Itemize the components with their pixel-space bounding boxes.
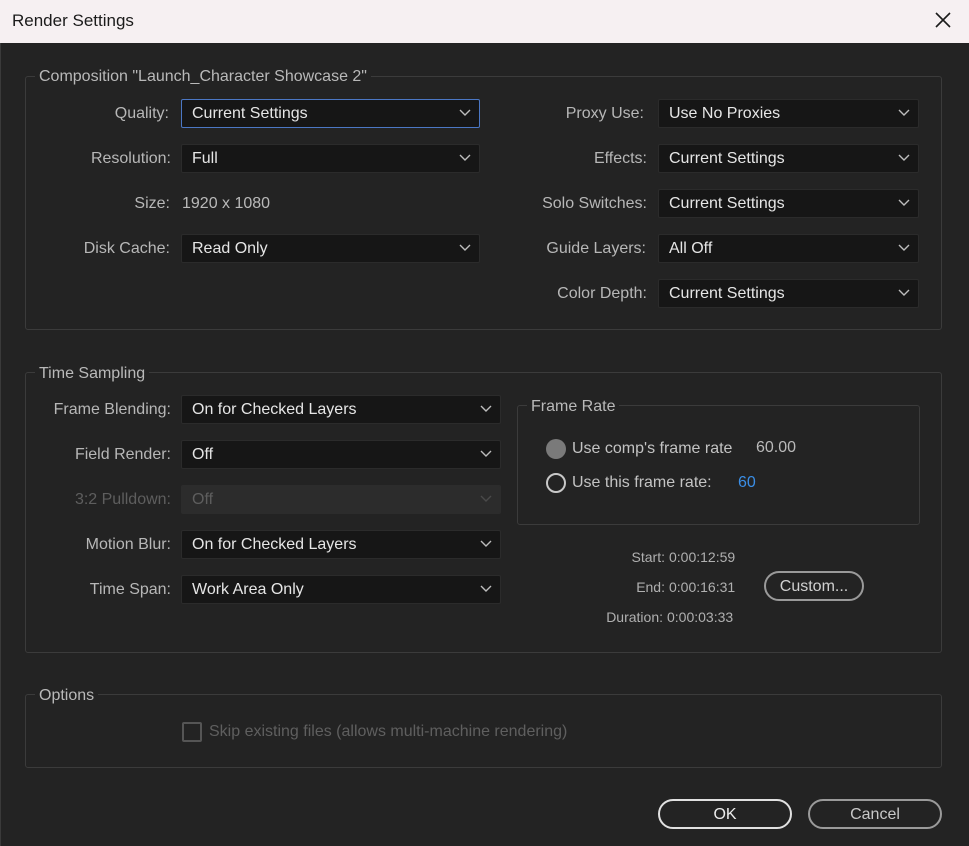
size-value: 1920 x 1080 bbox=[182, 195, 271, 212]
resolution-label: Resolution: bbox=[90, 150, 171, 167]
cancel-button[interactable]: Cancel bbox=[808, 799, 942, 829]
solo-switches-value: Current Settings bbox=[669, 195, 785, 212]
use-comp-frame-rate-label: Use comp's frame rate bbox=[572, 440, 733, 457]
ok-button-label: OK bbox=[713, 806, 737, 823]
disk-cache-value: Read Only bbox=[192, 240, 268, 257]
time-sampling-group-title: Time Sampling bbox=[35, 365, 150, 383]
time-span-label: Time Span: bbox=[89, 581, 171, 598]
end-label: End: bbox=[636, 579, 665, 595]
ok-button[interactable]: OK bbox=[658, 799, 792, 829]
solo-switches-select[interactable]: Current Settings bbox=[658, 189, 919, 218]
chevron-down-icon bbox=[459, 154, 471, 162]
proxy-use-value: Use No Proxies bbox=[669, 105, 781, 122]
chevron-down-icon bbox=[459, 109, 471, 117]
chevron-down-icon bbox=[898, 109, 910, 117]
frame-rate-group bbox=[517, 405, 920, 525]
proxy-use-label: Proxy Use: bbox=[565, 105, 644, 122]
use-this-frame-rate-label: Use this frame rate: bbox=[572, 474, 712, 491]
disk-cache-label: Disk Cache: bbox=[83, 240, 170, 257]
solo-switches-label: Solo Switches: bbox=[542, 195, 647, 212]
skip-existing-label: Skip existing files (allows multi-machin… bbox=[209, 723, 568, 740]
end-value[interactable]: 0:00:16:31 bbox=[669, 579, 735, 595]
chevron-down-icon bbox=[898, 199, 910, 207]
custom-time-span-button[interactable]: Custom... bbox=[764, 571, 864, 601]
comp-frame-rate-value: 60.00 bbox=[756, 439, 797, 456]
chevron-down-icon bbox=[480, 405, 492, 413]
dialog-body: Composition "Launch_Character Showcase 2… bbox=[0, 43, 969, 846]
chevron-down-icon bbox=[480, 495, 492, 503]
field-render-label: Field Render: bbox=[74, 446, 171, 463]
this-frame-rate-value[interactable]: 60 bbox=[738, 474, 756, 492]
quality-label: Quality: bbox=[114, 105, 169, 122]
motion-blur-label: Motion Blur: bbox=[85, 536, 171, 553]
field-render-value: Off bbox=[192, 446, 214, 463]
title-bar: Render Settings bbox=[0, 0, 969, 43]
pulldown-value: Off bbox=[192, 491, 214, 508]
chevron-down-icon bbox=[898, 154, 910, 162]
quality-value: Current Settings bbox=[192, 105, 308, 122]
effects-label: Effects: bbox=[593, 150, 647, 167]
frame-blending-value: On for Checked Layers bbox=[192, 401, 357, 418]
skip-existing-checkbox bbox=[182, 722, 202, 742]
effects-select[interactable]: Current Settings bbox=[658, 144, 919, 173]
color-depth-value: Current Settings bbox=[669, 285, 785, 302]
close-icon[interactable] bbox=[931, 8, 955, 32]
start-value[interactable]: 0:00:12:59 bbox=[669, 549, 735, 565]
chevron-down-icon bbox=[898, 244, 910, 252]
quality-select[interactable]: Current Settings bbox=[181, 99, 480, 128]
motion-blur-select[interactable]: On for Checked Layers bbox=[181, 530, 501, 559]
resolution-select[interactable]: Full bbox=[181, 144, 480, 173]
proxy-use-select[interactable]: Use No Proxies bbox=[658, 99, 919, 128]
color-depth-label: Color Depth: bbox=[557, 285, 647, 302]
guide-layers-value: All Off bbox=[669, 240, 713, 257]
chevron-down-icon bbox=[480, 450, 492, 458]
field-render-select[interactable]: Off bbox=[181, 440, 501, 469]
window-title: Render Settings bbox=[12, 11, 134, 30]
chevron-down-icon bbox=[480, 585, 492, 593]
time-span-select[interactable]: Work Area Only bbox=[181, 575, 501, 604]
start-label: Start: bbox=[631, 549, 665, 565]
duration-value[interactable]: 0:00:03:33 bbox=[667, 609, 733, 625]
pulldown-select: Off bbox=[181, 485, 501, 514]
motion-blur-value: On for Checked Layers bbox=[192, 536, 357, 553]
duration-label: Duration: bbox=[606, 609, 663, 625]
effects-value: Current Settings bbox=[669, 150, 785, 167]
disk-cache-select[interactable]: Read Only bbox=[181, 234, 480, 263]
use-this-frame-rate-radio[interactable] bbox=[546, 473, 566, 493]
chevron-down-icon bbox=[480, 540, 492, 548]
custom-button-label: Custom... bbox=[779, 578, 849, 595]
size-label: Size: bbox=[134, 195, 170, 212]
frame-blending-select[interactable]: On for Checked Layers bbox=[181, 395, 501, 424]
frame-blending-label: Frame Blending: bbox=[53, 401, 171, 418]
pulldown-label: 3:2 Pulldown: bbox=[74, 491, 171, 508]
composition-group-title: Composition "Launch_Character Showcase 2… bbox=[35, 68, 371, 86]
time-span-value: Work Area Only bbox=[192, 581, 304, 598]
guide-layers-select[interactable]: All Off bbox=[658, 234, 919, 263]
color-depth-select[interactable]: Current Settings bbox=[658, 279, 919, 308]
use-comp-frame-rate-radio[interactable] bbox=[546, 439, 566, 459]
guide-layers-label: Guide Layers: bbox=[546, 240, 646, 257]
cancel-button-label: Cancel bbox=[850, 806, 900, 823]
options-group-title: Options bbox=[35, 687, 99, 705]
chevron-down-icon bbox=[898, 289, 910, 297]
resolution-value: Full bbox=[192, 150, 218, 167]
frame-rate-group-title: Frame Rate bbox=[527, 398, 620, 416]
chevron-down-icon bbox=[459, 244, 471, 252]
